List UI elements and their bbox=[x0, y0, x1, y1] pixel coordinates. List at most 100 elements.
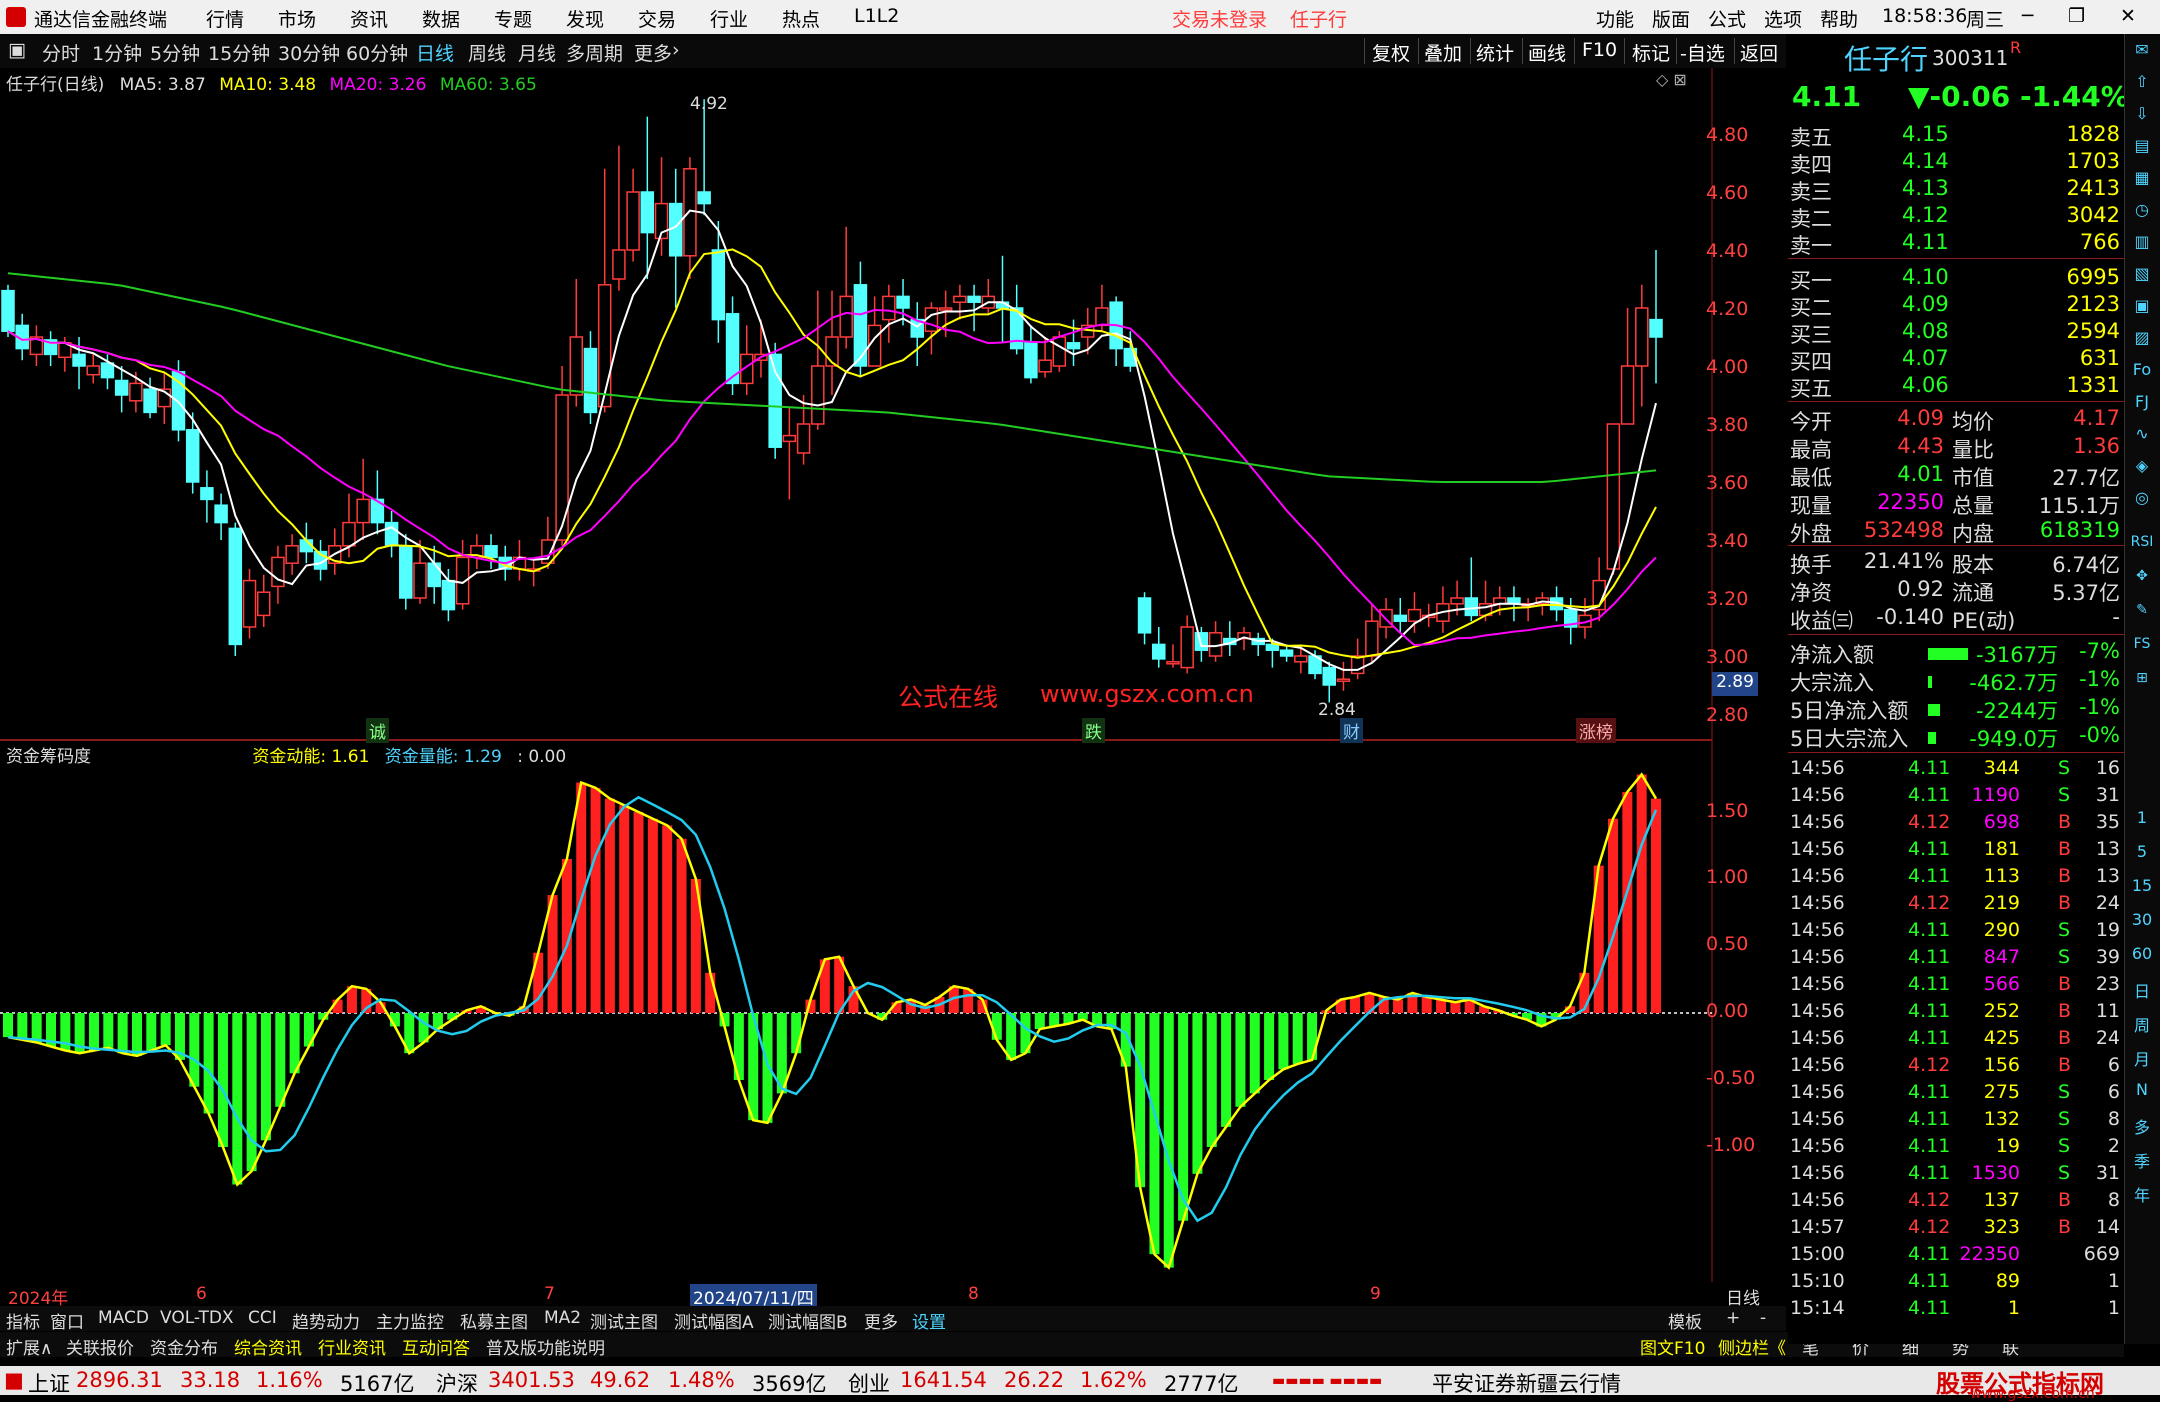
side-period-button[interactable]: 60 bbox=[2127, 944, 2157, 963]
side-tool-icon[interactable]: ◎ bbox=[2129, 488, 2155, 514]
stats-button[interactable]: 统计 bbox=[1476, 39, 1514, 66]
side-period-button[interactable]: 1 bbox=[2127, 808, 2157, 827]
kline-chart[interactable] bbox=[0, 68, 1786, 1282]
tab-cci[interactable]: CCI bbox=[248, 1308, 277, 1328]
event-mark[interactable]: 诚 bbox=[366, 718, 389, 743]
menu-item[interactable]: 发现 bbox=[566, 5, 604, 32]
tab-trend[interactable]: 趋势动力 bbox=[292, 1308, 360, 1333]
side-period-button[interactable]: N bbox=[2127, 1080, 2157, 1099]
menu-item[interactable]: 专题 bbox=[494, 5, 532, 32]
sh-label[interactable]: 上证 bbox=[28, 1368, 70, 1398]
period-multi[interactable]: 多周期 bbox=[566, 39, 623, 66]
menu-item[interactable]: 帮助 bbox=[1820, 5, 1858, 32]
menu-item[interactable]: 行业 bbox=[710, 5, 748, 32]
tab-fund-dist[interactable]: 资金分布 bbox=[150, 1334, 218, 1359]
side-tool-icon[interactable]: ◈ bbox=[2129, 456, 2155, 482]
f10-link[interactable]: 图文F10 bbox=[1640, 1334, 1705, 1359]
side-tool-icon[interactable]: ⇧ bbox=[2129, 72, 2155, 98]
side-tool-icon[interactable]: ▤ bbox=[2129, 136, 2155, 162]
side-period-button[interactable]: 5 bbox=[2127, 842, 2157, 861]
menu-item[interactable]: 行情 bbox=[206, 5, 244, 32]
side-tool-icon[interactable]: ∿ bbox=[2129, 424, 2155, 450]
tab-related[interactable]: 关联报价 bbox=[66, 1334, 134, 1359]
side-tool-icon[interactable]: ✥ bbox=[2127, 568, 2157, 584]
side-tool-icon[interactable]: ◷ bbox=[2129, 200, 2155, 226]
period-minute[interactable]: 分时 bbox=[42, 39, 80, 66]
sidebar-toggle[interactable]: 侧边栏《 bbox=[1718, 1334, 1786, 1359]
remove-button[interactable]: - bbox=[1760, 1308, 1766, 1328]
tab-test-b[interactable]: 测试幅图B bbox=[768, 1308, 848, 1333]
side-period-button[interactable]: 日 bbox=[2127, 978, 2157, 1002]
side-period-button[interactable]: 30 bbox=[2127, 910, 2157, 929]
menu-item[interactable]: 数据 bbox=[422, 5, 460, 32]
tab-industry-news[interactable]: 行业资讯 bbox=[318, 1334, 386, 1359]
draw-button[interactable]: 画线 bbox=[1528, 39, 1566, 66]
add-button[interactable]: + bbox=[1726, 1308, 1740, 1328]
menu-item[interactable]: 市场 bbox=[278, 5, 316, 32]
period-5min[interactable]: 5分钟 bbox=[150, 39, 200, 66]
period-60min[interactable]: 60分钟 bbox=[346, 39, 408, 66]
overlay-button[interactable]: 叠加 bbox=[1424, 39, 1462, 66]
self-select-button[interactable]: -自选 bbox=[1680, 39, 1725, 66]
period-daily[interactable]: 日线 bbox=[416, 39, 454, 66]
side-tool-icon[interactable]: ▥ bbox=[2129, 232, 2155, 258]
side-period-button[interactable]: 多 bbox=[2127, 1114, 2157, 1138]
side-tool-icon[interactable]: Fo bbox=[2129, 360, 2155, 386]
close-icon[interactable]: ✕ bbox=[2120, 5, 2136, 27]
tab-indicator[interactable]: 指标 bbox=[6, 1308, 40, 1333]
restore-icon[interactable]: ❐ bbox=[2068, 5, 2085, 27]
period-weekly[interactable]: 周线 bbox=[468, 39, 506, 66]
side-tool-icon[interactable]: ▨ bbox=[2129, 328, 2155, 354]
menu-item[interactable]: 资讯 bbox=[350, 5, 388, 32]
side-tool-icon[interactable]: RSI bbox=[2127, 534, 2157, 550]
template-button[interactable]: 模板 bbox=[1668, 1308, 1702, 1333]
side-tool-icon[interactable]: ✉ bbox=[2129, 40, 2155, 66]
tab-news[interactable]: 综合资讯 bbox=[234, 1334, 302, 1359]
side-period-button[interactable]: 季 bbox=[2127, 1148, 2157, 1172]
side-period-button[interactable]: 15 bbox=[2127, 876, 2157, 895]
side-tool-icon[interactable]: ▦ bbox=[2129, 168, 2155, 194]
sz-label[interactable]: 沪深 bbox=[436, 1368, 478, 1398]
tab-extend[interactable]: 扩展∧ bbox=[6, 1334, 52, 1359]
menu-item[interactable]: 公式 bbox=[1708, 5, 1746, 32]
f10-button[interactable]: F10 bbox=[1582, 39, 1617, 61]
side-period-button[interactable]: 月 bbox=[2127, 1046, 2157, 1070]
side-tool-icon[interactable]: ⊞ bbox=[2127, 670, 2157, 686]
tab-qa[interactable]: 互动问答 bbox=[402, 1334, 470, 1359]
event-mark[interactable]: 涨榜 bbox=[1576, 718, 1616, 743]
tab-macd[interactable]: MACD bbox=[98, 1308, 149, 1328]
cy-label[interactable]: 创业 bbox=[848, 1368, 890, 1398]
side-tool-icon[interactable]: ▣ bbox=[2129, 296, 2155, 322]
menu-item[interactable]: 交易 bbox=[638, 5, 676, 32]
menu-item[interactable]: 版面 bbox=[1652, 5, 1690, 32]
tab-vol[interactable]: VOL-TDX bbox=[160, 1308, 234, 1328]
menu-item[interactable]: 功能 bbox=[1596, 5, 1634, 32]
side-period-button[interactable]: 年 bbox=[2127, 1182, 2157, 1206]
side-tool-icon[interactable]: FJ bbox=[2129, 392, 2155, 418]
chevron-right-icon[interactable]: › bbox=[672, 39, 680, 61]
side-tool-icon[interactable]: ✎ bbox=[2127, 602, 2157, 618]
tab-test-main[interactable]: 测试主图 bbox=[590, 1308, 658, 1333]
back-button[interactable]: 返回 bbox=[1740, 39, 1778, 66]
tab-monitor[interactable]: 主力监控 bbox=[376, 1308, 444, 1333]
tab-private[interactable]: 私募主图 bbox=[460, 1308, 528, 1333]
trade-status[interactable]: 交易未登录 bbox=[1172, 5, 1267, 32]
chart-options-icon[interactable]: ◇ ⊠ bbox=[1656, 70, 1687, 89]
indicator-title[interactable]: 资金筹码度 bbox=[6, 747, 91, 767]
event-mark[interactable]: 跌 bbox=[1082, 718, 1105, 743]
event-mark[interactable]: 财 bbox=[1340, 718, 1363, 743]
period-1min[interactable]: 1分钟 bbox=[92, 39, 142, 66]
menu-item[interactable]: 选项 bbox=[1764, 5, 1802, 32]
period-monthly[interactable]: 月线 bbox=[518, 39, 556, 66]
tab-window[interactable]: 窗口 bbox=[50, 1308, 84, 1333]
period-30min[interactable]: 30分钟 bbox=[278, 39, 340, 66]
tab-settings[interactable]: 设置 bbox=[912, 1308, 946, 1333]
tab-more[interactable]: 更多 bbox=[864, 1308, 898, 1333]
fuquan-button[interactable]: 复权 bbox=[1372, 39, 1410, 66]
side-tool-icon[interactable]: ▧ bbox=[2129, 264, 2155, 290]
side-period-button[interactable]: 周 bbox=[2127, 1012, 2157, 1036]
tab-ma2[interactable]: MA2 bbox=[544, 1308, 581, 1328]
menu-item[interactable]: 热点 bbox=[782, 5, 820, 32]
menu-item[interactable]: L1L2 bbox=[854, 5, 899, 27]
tab-help[interactable]: 普及版功能说明 bbox=[486, 1334, 605, 1359]
